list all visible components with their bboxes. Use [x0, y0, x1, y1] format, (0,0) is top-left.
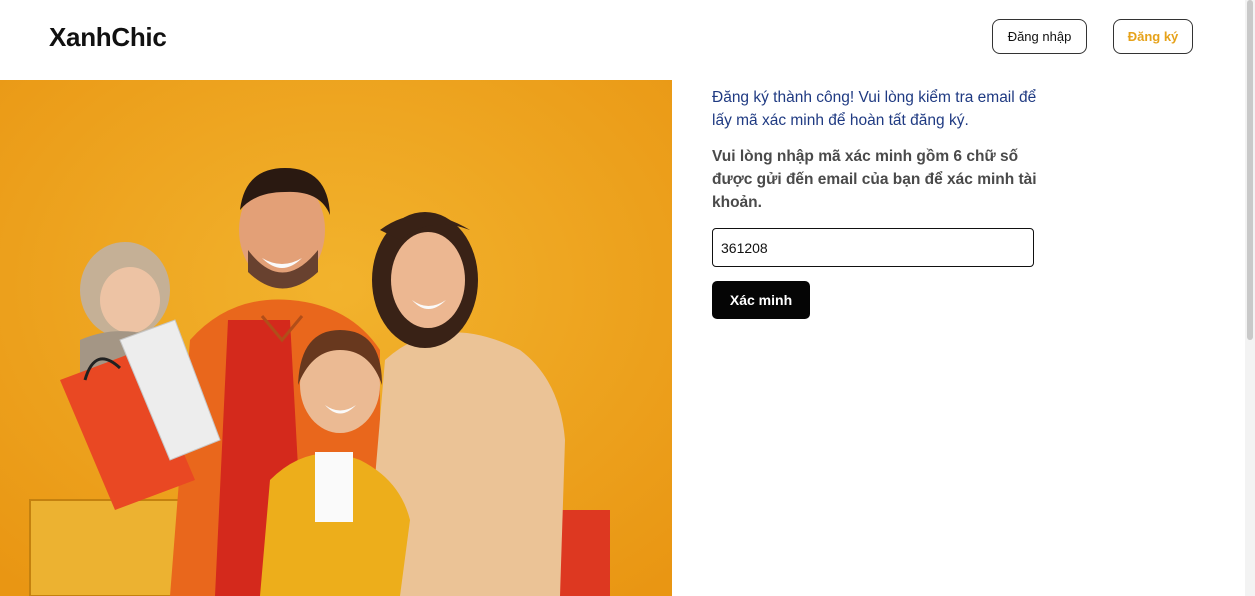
site-logo[interactable]: XanhChic — [49, 22, 167, 53]
register-button[interactable]: Đăng ký — [1113, 19, 1193, 54]
top-header: XanhChic Đăng nhập Đăng ký — [0, 0, 1245, 80]
page-scrollbar[interactable] — [1245, 0, 1255, 596]
family-shopping-photo-icon — [0, 80, 672, 596]
verification-panel: Đăng ký thành công! Vui lòng kiểm tra em… — [712, 86, 1042, 214]
login-button[interactable]: Đăng nhập — [992, 19, 1087, 54]
verification-instruction: Vui lòng nhập mã xác minh gồm 6 chữ số đ… — [712, 148, 1037, 211]
verification-code-input[interactable] — [712, 228, 1034, 267]
verify-button[interactable]: Xác minh — [712, 281, 810, 319]
hero-image — [0, 80, 672, 596]
scrollbar-thumb[interactable] — [1247, 0, 1253, 340]
success-message: Đăng ký thành công! Vui lòng kiểm tra em… — [712, 89, 1037, 129]
